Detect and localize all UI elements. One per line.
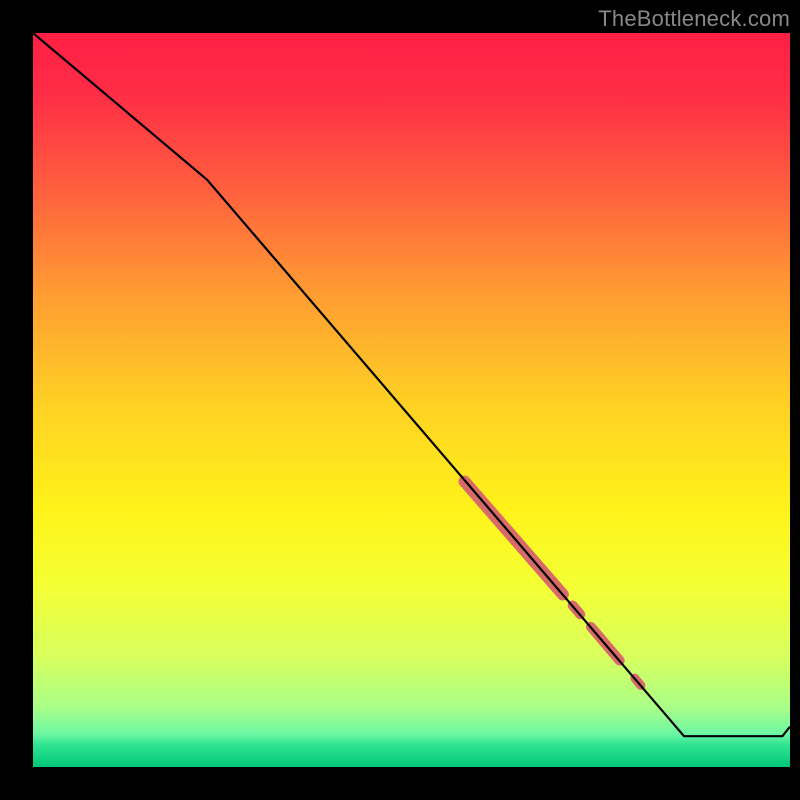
plot-background — [33, 33, 790, 767]
watermark-text: TheBottleneck.com — [598, 6, 790, 32]
chart-svg — [0, 0, 800, 800]
chart-container: TheBottleneck.com — [0, 0, 800, 800]
